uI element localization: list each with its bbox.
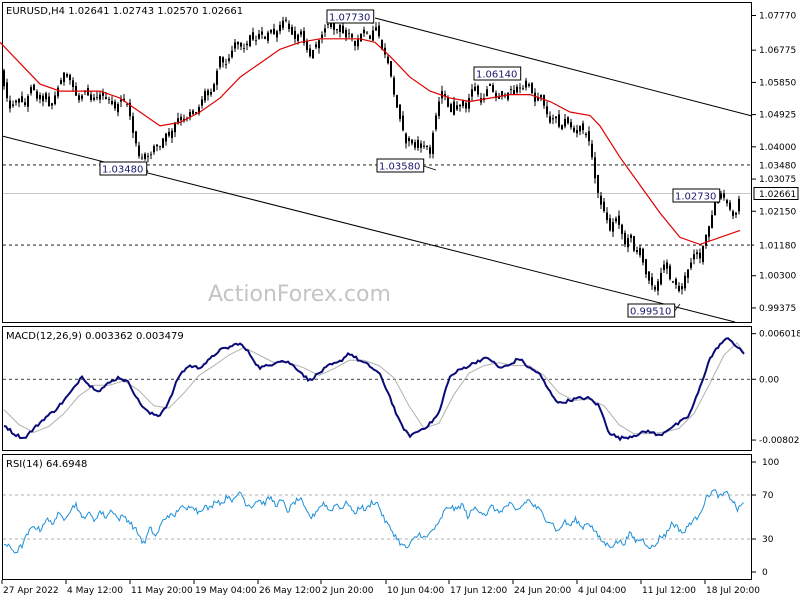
price-tick-label: 1.04925 (759, 111, 796, 121)
level-tag: 1.03480 (754, 158, 798, 171)
price-tick-label: 1.02150 (759, 207, 796, 217)
x-tick-label: 11 Jul 12:00 (642, 586, 696, 596)
x-tick-label: 24 Jun 20:00 (514, 586, 571, 596)
chart-canvas: ActionForex.com 1.07730 1.03480 1.03580 1.0… (0, 2, 800, 596)
x-tick-label: 19 May 04:00 (195, 586, 257, 596)
x-tick-label: 4 Jul 04:00 (578, 586, 627, 596)
candle (162, 137, 164, 149)
level-tag: 1.01180 (754, 239, 798, 252)
rsi-tick-label: 100 (762, 458, 779, 468)
candle (360, 33, 362, 42)
annotation-label: 1.02730 (675, 192, 716, 203)
x-tick-label: 4 May 12:00 (67, 586, 123, 596)
rsi-tick-label: 30 (762, 535, 774, 545)
rsi-y-axis: 100 70 30 0 (752, 458, 779, 578)
price-annotation: 1.06140 (473, 66, 522, 81)
candle (393, 75, 395, 97)
price-tick-label: 1.05850 (759, 78, 796, 88)
watermark: ActionForex.com (208, 282, 391, 307)
time-x-axis: 27 Apr 2022 4 May 12:00 11 May 20:00 19 May… (1, 580, 760, 596)
x-tick-label: 10 Jun 04:00 (387, 586, 444, 596)
macd-panel (2, 326, 752, 451)
price-panel-header: EURUSD,H4 1.02641 1.02743 1.02570 1.0266… (6, 6, 243, 17)
x-tick-label: 26 May 12:00 (259, 586, 321, 596)
x-tick-label: 18 Jul 20:00 (706, 586, 760, 596)
candle (702, 245, 704, 265)
candle (390, 61, 392, 78)
candle (669, 263, 671, 281)
candle (249, 34, 251, 48)
annotation-label: 1.03580 (379, 162, 420, 173)
rsi-tick-label: 0 (762, 568, 768, 578)
price-tick-label: 1.06775 (759, 46, 796, 56)
macd-tick-label: -0.00802 (759, 436, 799, 446)
annotation-label: 1.06140 (476, 70, 517, 81)
price-tick-label: 1.00300 (759, 272, 796, 282)
candle (33, 83, 35, 91)
price-annotation: 0.99510 (627, 303, 681, 318)
x-tick-label: 27 Apr 2022 (3, 586, 59, 596)
rsi-tick-label: 70 (762, 491, 774, 501)
level-tag: 1.02661 (753, 187, 799, 201)
candle (435, 112, 437, 132)
x-tick-label: 17 Jun 12:00 (450, 586, 507, 596)
macd-tick-label: 0.006018 (759, 330, 800, 340)
price-tick-label: 1.03075 (759, 175, 796, 185)
macd-y-axis: 0.006018 0.00 -0.00802 (752, 330, 800, 446)
candle (396, 94, 398, 108)
price-tick-label: 0.99375 (759, 304, 796, 314)
price-annotation: 1.02730 (672, 188, 721, 203)
x-tick-label: 2 Jun 20:00 (322, 586, 374, 596)
price-y-axis: 1.07770 1.06775 1.05850 1.04925 1.04000 1.030… (752, 11, 799, 314)
candle (312, 49, 314, 59)
price-tick-label: 1.04000 (759, 143, 796, 153)
candle (531, 81, 533, 95)
macd-tick-label: 0.00 (759, 375, 779, 385)
rsi-panel-header: RSI(14) 64.6948 (6, 459, 87, 470)
price-annotation: 1.07730 (326, 9, 375, 25)
level-tag-label: 1.01180 (759, 242, 796, 252)
annotation-label: 1.03480 (102, 165, 143, 176)
level-tag-label: 1.02661 (759, 190, 796, 200)
price-tick-label: 1.07770 (759, 11, 796, 21)
rsi-panel (2, 454, 752, 580)
annotation-label: 0.99510 (630, 307, 671, 318)
macd-panel-header: MACD(12,26,9) 0.003362 0.003479 (6, 331, 184, 342)
candle (633, 235, 635, 253)
price-annotation: 1.03480 (99, 161, 149, 176)
annotation-label: 1.07730 (329, 13, 370, 24)
level-tag-label: 1.03480 (759, 161, 796, 171)
x-tick-label: 11 May 20:00 (131, 586, 193, 596)
candle (714, 200, 716, 216)
